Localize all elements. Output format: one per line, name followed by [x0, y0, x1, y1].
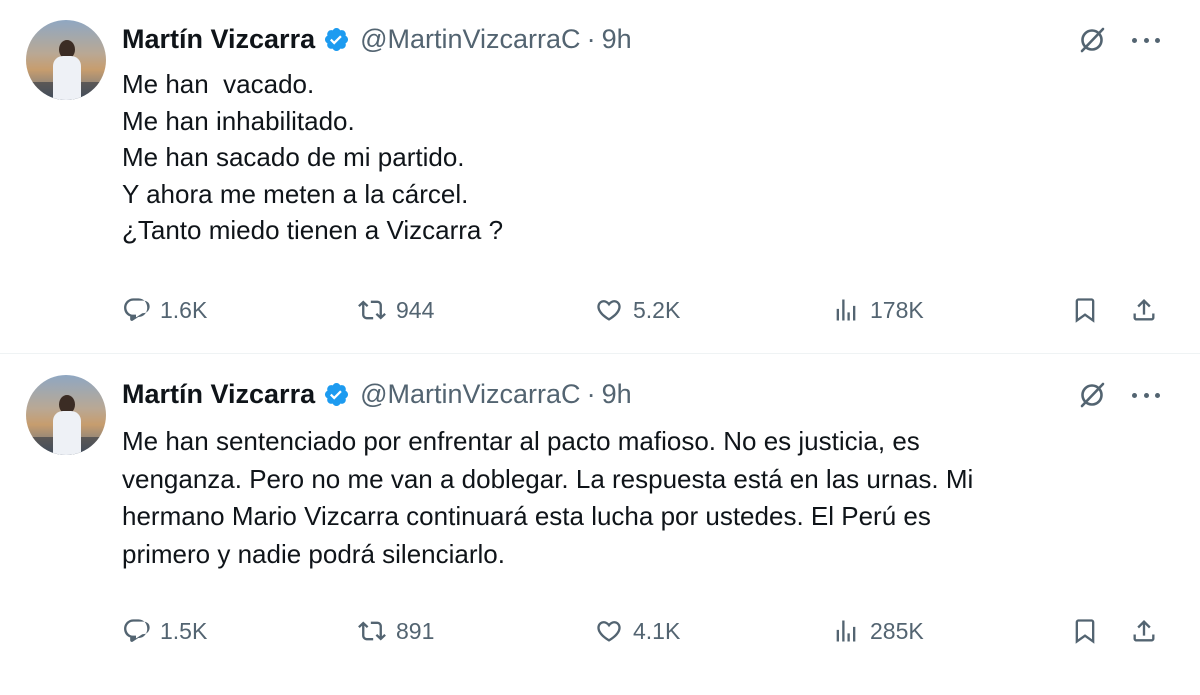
- verified-badge-icon: [325, 382, 349, 406]
- tweet-actions: 1.5K 891 4.1K 285K: [0, 611, 1200, 651]
- bookmark-button[interactable]: [1071, 290, 1099, 330]
- more-dot: [1132, 37, 1137, 43]
- repost-icon: [358, 621, 386, 641]
- tweet[interactable]: Martín Vizcarra @MartinVizcarraC · 9h Me…: [0, 0, 1200, 354]
- views-button[interactable]: 285K: [832, 611, 924, 651]
- header-separator: ·: [586, 23, 596, 54]
- like-button[interactable]: 5.2K: [595, 290, 680, 330]
- tweet-time[interactable]: 9h: [602, 379, 632, 410]
- avatar-figure-body: [53, 411, 81, 455]
- tweet-header: Martín Vizcarra @MartinVizcarraC · 9h: [122, 22, 632, 56]
- reply-icon: [124, 619, 150, 642]
- avatar-figure-body: [53, 56, 81, 100]
- views-chart-icon: [836, 620, 856, 642]
- author-name[interactable]: Martín Vizcarra: [122, 24, 315, 55]
- views-button[interactable]: 178K: [832, 290, 924, 330]
- views-count: 178K: [870, 296, 924, 323]
- like-button[interactable]: 4.1K: [595, 611, 680, 651]
- more-options-icon[interactable]: [1128, 26, 1164, 54]
- bookmark-icon: [1075, 298, 1095, 323]
- more-dot: [1155, 392, 1160, 398]
- reply-count: 1.5K: [160, 617, 208, 644]
- tweet-text: Me han vacado. Me han inhabilitado. Me h…: [122, 69, 504, 245]
- tweet-actions: 1.6K 944 5.2K 178K: [0, 290, 1200, 330]
- repost-button[interactable]: 891: [358, 611, 434, 651]
- more-dot: [1132, 392, 1137, 398]
- tweet-time[interactable]: 9h: [602, 24, 632, 55]
- share-icon: [1133, 620, 1155, 642]
- bookmark-button[interactable]: [1071, 611, 1099, 651]
- author-name[interactable]: Martín Vizcarra: [122, 379, 315, 410]
- verified-badge-icon: [325, 27, 349, 51]
- repost-count: 891: [396, 617, 435, 644]
- avatar[interactable]: [26, 375, 106, 455]
- bookmark-icon: [1075, 619, 1095, 644]
- more-dot: [1143, 392, 1149, 398]
- reply-count: 1.6K: [160, 296, 208, 323]
- author-handle[interactable]: @MartinVizcarraC: [360, 379, 580, 410]
- avatar[interactable]: [26, 20, 106, 100]
- tweet-text: Me han sentenciado por enfrentar al pact…: [122, 426, 974, 569]
- reply-button[interactable]: 1.6K: [122, 290, 207, 330]
- header-separator: ·: [586, 378, 596, 409]
- repost-icon: [358, 300, 386, 320]
- share-button[interactable]: [1130, 611, 1158, 651]
- grok-icon[interactable]: [1076, 379, 1108, 411]
- share-button[interactable]: [1130, 290, 1158, 330]
- like-count: 5.2K: [633, 296, 681, 323]
- repost-count: 944: [396, 296, 435, 323]
- like-count: 4.1K: [633, 617, 681, 644]
- repost-button[interactable]: 944: [358, 290, 434, 330]
- reply-button[interactable]: 1.5K: [122, 611, 207, 651]
- more-options-icon[interactable]: [1128, 381, 1164, 409]
- tweet[interactable]: Martín Vizcarra @MartinVizcarraC · 9h Me…: [0, 355, 1200, 695]
- share-icon: [1133, 299, 1155, 321]
- grok-icon[interactable]: [1076, 24, 1108, 56]
- more-dot: [1155, 37, 1160, 43]
- reply-icon: [124, 298, 150, 321]
- heart-icon: [597, 621, 621, 642]
- more-dot: [1143, 37, 1149, 43]
- tweet-header: Martín Vizcarra @MartinVizcarraC · 9h: [122, 377, 632, 411]
- heart-icon: [597, 300, 621, 321]
- author-handle[interactable]: @MartinVizcarraC: [360, 24, 580, 55]
- views-count: 285K: [870, 617, 924, 644]
- views-chart-icon: [836, 299, 856, 321]
